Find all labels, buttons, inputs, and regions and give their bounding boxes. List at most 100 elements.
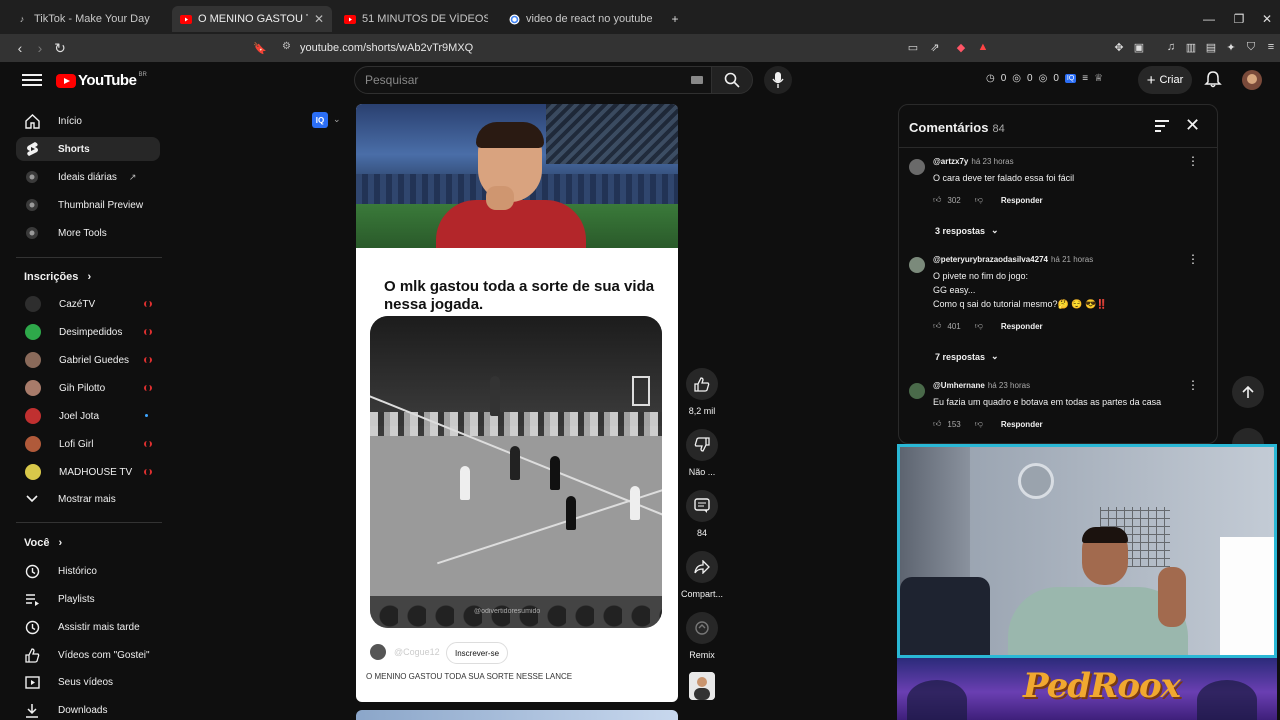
comment-author[interactable]: @Umhernane há 23 horas: [933, 381, 1030, 390]
reply-button[interactable]: Responder: [1001, 322, 1043, 331]
create-button[interactable]: + Criar: [1138, 66, 1192, 94]
sidebar-item-ideais-diarias[interactable]: Ideais diárias ↗: [16, 165, 160, 189]
iq-extension-icon[interactable]: IQ: [312, 112, 328, 128]
more-options-icon[interactable]: ⋮: [1187, 253, 1199, 265]
sidebar-item-inicio[interactable]: Início: [16, 109, 160, 133]
tab-tiktok[interactable]: ♪ TikTok - Make Your Day: [8, 6, 170, 32]
tab-google-search[interactable]: video de react no youtube monetiza: [500, 6, 660, 32]
sidebar-item-subscription[interactable]: MADHOUSE TV: [16, 460, 160, 484]
subscribe-button[interactable]: Inscrever-se: [446, 642, 509, 664]
cast-icon[interactable]: ▭: [906, 40, 920, 54]
sidebar-item-subscription[interactable]: Gabriel Guedes: [16, 348, 160, 372]
voice-search-button[interactable]: [764, 66, 792, 94]
view-replies-button[interactable]: 7 respostas ⌄: [935, 351, 999, 362]
thumbs-up-icon[interactable]: 👍︎: [933, 419, 941, 429]
reply-button[interactable]: Responder: [1001, 196, 1043, 205]
comment-username[interactable]: @artzx7y: [933, 157, 968, 166]
you-heading[interactable]: Você ›: [24, 537, 62, 549]
sidebar-item-thumbnail-preview[interactable]: Thumbnail Preview: [16, 193, 160, 217]
chevron-down-icon[interactable]: ⌄: [333, 114, 341, 125]
remix-button[interactable]: Remix: [680, 612, 724, 660]
wallet-icon[interactable]: ▤: [1204, 40, 1218, 54]
next-short-preview[interactable]: [356, 710, 678, 720]
tab-manager-icon[interactable]: ▣: [1132, 40, 1146, 54]
account-avatar[interactable]: [1242, 70, 1262, 90]
tab-youtube-short[interactable]: O MENINO GASTOU TODA SU ✕: [172, 6, 332, 32]
sidebar-icon[interactable]: ▥: [1184, 40, 1198, 54]
view-replies-button[interactable]: 3 respostas ⌄: [935, 225, 999, 236]
brave-shield-icon[interactable]: ◆: [954, 40, 968, 54]
commenter-avatar[interactable]: [909, 159, 925, 175]
hamburger-menu-icon[interactable]: [22, 71, 42, 91]
subscriptions-heading[interactable]: Inscrições ›: [24, 271, 91, 283]
share-icon[interactable]: ⇗: [928, 40, 942, 54]
site-info-icon[interactable]: ⚙: [282, 41, 291, 52]
show-more-button[interactable]: Mostrar mais: [16, 487, 160, 511]
search-button[interactable]: [711, 66, 753, 94]
trophy-icon[interactable]: ♕: [1094, 73, 1103, 84]
ai-icon[interactable]: ✦: [1224, 40, 1238, 54]
notifications-bell-icon[interactable]: [1204, 70, 1224, 90]
sidebar-item-subscription[interactable]: Desimpedidos: [16, 320, 160, 344]
comment-username[interactable]: @Umhernane: [933, 381, 985, 390]
comment-username[interactable]: @peteryurybrazaodasilva4274: [933, 255, 1048, 264]
sidebar-item-playlists[interactable]: Playlists: [16, 587, 160, 611]
comment-author[interactable]: @artzx7y há 23 horas: [933, 157, 1014, 166]
commenter-avatar[interactable]: [909, 383, 925, 399]
new-tab-icon[interactable]: +: [660, 0, 690, 38]
restore-icon[interactable]: ❐: [1224, 0, 1254, 38]
more-options-icon[interactable]: ⋮: [1187, 155, 1199, 167]
thumbs-up-icon[interactable]: 👍︎: [933, 195, 941, 205]
commenter-avatar[interactable]: [909, 257, 925, 273]
sort-comments-icon[interactable]: [1155, 120, 1169, 132]
channel-info[interactable]: @Cogue12: [370, 644, 440, 660]
sidebar-item-liked-videos[interactable]: Vídeos com "Gostei": [16, 643, 160, 667]
more-options-icon[interactable]: ⋮: [1187, 379, 1199, 391]
url-field[interactable]: ⚙ youtube.com/shorts/wAb2vTr9MXQ: [278, 37, 998, 59]
reload-icon[interactable]: ↻: [50, 38, 70, 58]
tab-close-icon[interactable]: ✕: [308, 12, 324, 26]
iq-extension-icon[interactable]: IQ: [1064, 74, 1077, 83]
previous-short-button[interactable]: [1232, 376, 1264, 408]
sidebar-item-shorts[interactable]: Shorts: [16, 137, 160, 161]
sidebar-item-assistir-mais-tarde[interactable]: Assistir mais tarde: [16, 615, 160, 639]
music-icon[interactable]: ♫: [1164, 40, 1178, 54]
sidebar-item-downloads[interactable]: Downloads: [16, 698, 160, 720]
next-short-button[interactable]: [1232, 428, 1264, 444]
close-icon[interactable]: ✕: [1185, 115, 1200, 136]
comment-author[interactable]: @peteryurybrazaodasilva4274 há 21 horas: [933, 255, 1093, 264]
keyboard-icon[interactable]: [691, 76, 703, 84]
sidebar-item-subscription[interactable]: Joel Jota: [16, 404, 160, 428]
extensions-icon[interactable]: ✥: [1112, 40, 1126, 54]
list-icon[interactable]: ≡: [1082, 73, 1088, 84]
sidebar-item-subscription[interactable]: CazéTV: [16, 292, 160, 316]
back-icon[interactable]: ‹: [10, 38, 30, 58]
bookmark-icon[interactable]: 🔖: [250, 38, 270, 58]
tab-youtube-funny[interactable]: 51 MINUTOS DE VÍDEOS ENGRAÇAD: [336, 6, 496, 32]
thumbs-up-icon[interactable]: 👍︎: [933, 321, 941, 331]
minimize-icon[interactable]: —: [1194, 0, 1224, 38]
sound-thumbnail[interactable]: [689, 672, 715, 700]
sidebar-item-historico[interactable]: Histórico: [16, 559, 160, 583]
thumbs-down-icon[interactable]: 👎︎: [975, 419, 983, 429]
close-window-icon[interactable]: ✕: [1252, 0, 1280, 38]
rewards-icon[interactable]: ▲: [976, 40, 990, 54]
search-input[interactable]: Pesquisar: [354, 66, 712, 94]
sidebar-item-subscription[interactable]: Lofi Girl: [16, 432, 160, 456]
dislike-button[interactable]: Não ...: [680, 429, 724, 477]
channel-name[interactable]: @Cogue12: [394, 647, 440, 657]
channel-avatar[interactable]: [370, 644, 386, 660]
sidebar-item-subscription[interactable]: Gih Pilotto: [16, 376, 160, 400]
like-button[interactable]: 8,2 mil: [680, 368, 724, 416]
youtube-logo[interactable]: YouTube BR: [56, 72, 147, 89]
thumbs-down-icon[interactable]: 👎︎: [975, 321, 983, 331]
short-video-player[interactable]: O mlk gastou toda a sorte de sua vida ne…: [356, 104, 678, 702]
menu-icon[interactable]: ≡: [1264, 40, 1278, 54]
sidebar-item-more-tools[interactable]: More Tools: [16, 221, 160, 245]
share-button[interactable]: Compart...: [680, 551, 724, 599]
forward-icon[interactable]: ›: [30, 38, 50, 58]
thumbs-down-icon[interactable]: 👎︎: [975, 195, 983, 205]
vpn-icon[interactable]: ⛉: [1244, 40, 1258, 54]
sidebar-item-seus-videos[interactable]: Seus vídeos: [16, 670, 160, 694]
comments-button[interactable]: 84: [680, 490, 724, 538]
